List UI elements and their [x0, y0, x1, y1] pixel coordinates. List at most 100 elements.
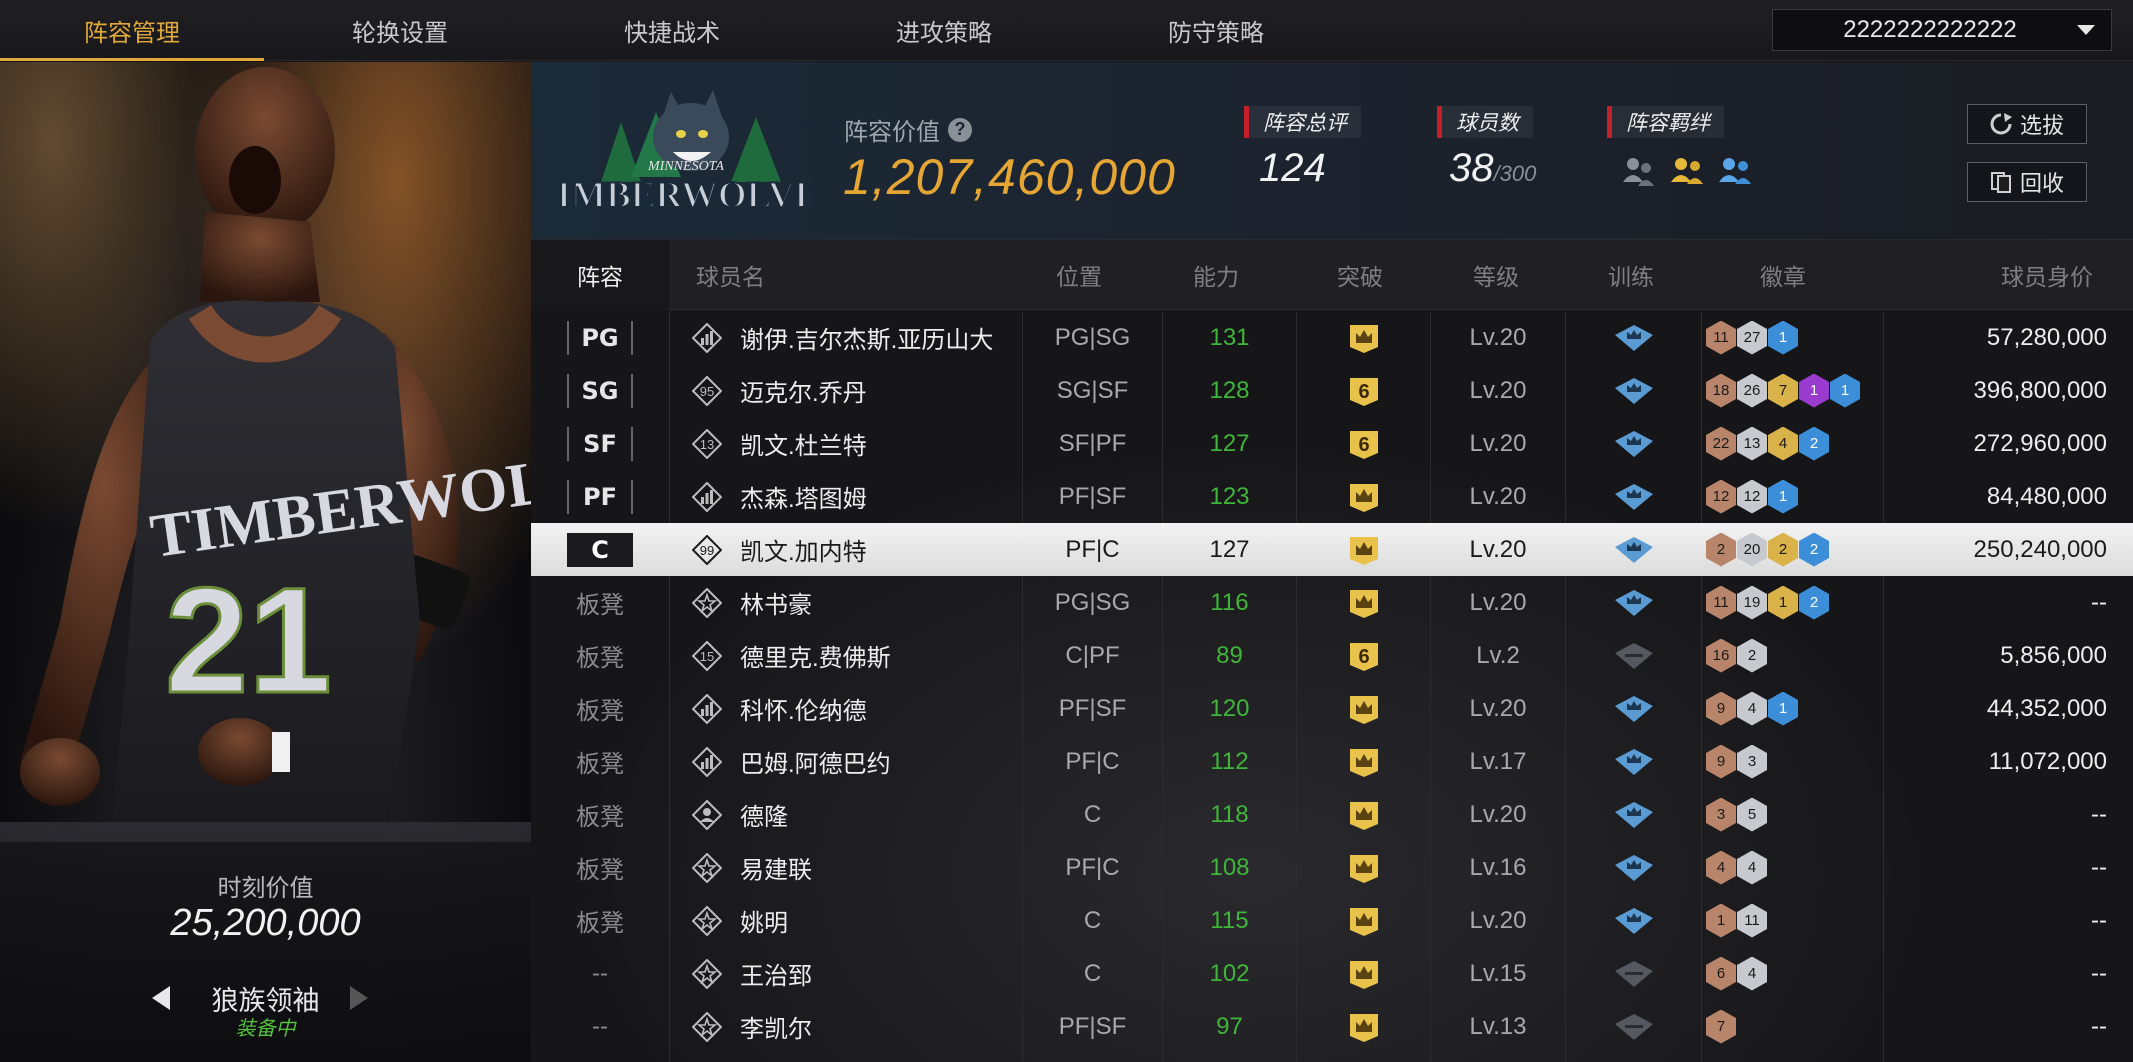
col-breakthrough[interactable]: 突破	[1295, 240, 1425, 310]
recycle-button[interactable]: 回收	[1967, 162, 2087, 202]
player-position: C	[1083, 800, 1102, 828]
player-value: 5,856,000	[2000, 641, 2107, 669]
training-complete-icon	[1614, 801, 1653, 828]
player-overall: 127	[1209, 429, 1250, 457]
player-name-cell[interactable]: 德隆	[670, 788, 1022, 841]
player-name: 林书豪	[740, 592, 812, 619]
bronze-badge-icon: 9	[1706, 744, 1736, 779]
silver-badge-icon: 5	[1737, 797, 1767, 832]
table-row[interactable]: -- 李凯尔 PF|SF 97 Lv.13 7 --	[531, 1000, 2133, 1053]
table-row[interactable]: 板凳 德隆 C 118 Lv.20 3 5 --	[531, 788, 2133, 841]
lineup-value-label-text: 阵容价值	[844, 119, 940, 146]
lineup-screen: 阵容管理 轮换设置 快捷战术 进攻策略 防守策略 2222222222222 T…	[0, 0, 2133, 1062]
training-complete-icon	[1614, 589, 1653, 616]
table-row[interactable]: 板凳 科怀.伦纳德 PF|SF 120 Lv.20 9 4 1 44,352,000	[531, 682, 2133, 735]
player-name-cell[interactable]: 99 凯文.加内特	[670, 523, 1022, 576]
player-name: 杰森.塔图姆	[740, 486, 867, 513]
badges-cell: 12 12 1	[1702, 470, 1883, 523]
player-level: Lv.20	[1469, 535, 1527, 563]
training-cell	[1566, 841, 1701, 894]
table-row[interactable]: 板凳 林书豪 PG|SG 116 Lv.20 11 19 1 2 --	[531, 576, 2133, 629]
player-name-cell[interactable]: 林书豪	[670, 576, 1022, 629]
next-card-arrow-icon[interactable]	[350, 986, 368, 1010]
equipped-status: 装备中	[235, 1018, 296, 1040]
breakthrough-cell	[1297, 947, 1430, 1000]
col-training[interactable]: 训练	[1565, 240, 1697, 310]
chevron-down-icon	[2077, 25, 2095, 35]
player-name-cell[interactable]: 13 凯文.杜兰特	[670, 417, 1022, 470]
table-row[interactable]: -- 王治郅 C 102 Lv.15 6 4 --	[531, 947, 2133, 1000]
select-button[interactable]: 选拔	[1967, 104, 2087, 144]
col-player-name[interactable]: 球员名	[696, 240, 846, 310]
col-badges[interactable]: 徽章	[1701, 240, 1865, 310]
player-level: Lv.20	[1469, 323, 1527, 351]
col-overall[interactable]: 能力	[1149, 240, 1283, 310]
bronze-badge-icon: 7	[1706, 1009, 1736, 1044]
silver-badge-icon: 3	[1737, 744, 1767, 779]
table-row[interactable]: SF 13 凯文.杜兰特 SF|PF 127 6 Lv.20 22 13 4 2 272,960,00…	[531, 417, 2133, 470]
gold-badge-icon: 7	[1768, 373, 1798, 408]
col-player-value[interactable]: 球员身价	[1871, 240, 2119, 310]
silver-badge-icon: 2	[1737, 638, 1767, 673]
breakthrough-cell: 6	[1297, 417, 1430, 470]
breakthrough-cell	[1297, 523, 1430, 576]
tab-quick-tactics[interactable]: 快捷战术	[540, 0, 804, 61]
player-name-cell[interactable]: 15 德里克.费佛斯	[670, 629, 1022, 682]
table-row[interactable]: 板凳 姚明 C 115 Lv.20 1 11 --	[531, 894, 2133, 947]
col-slot[interactable]: 阵容	[531, 240, 669, 310]
player-name-cell[interactable]: 巴姆.阿德巴约	[670, 735, 1022, 788]
refresh-icon	[1990, 113, 2012, 135]
training-cell	[1566, 523, 1701, 576]
table-row[interactable]: 板凳 巴姆.阿德巴约 PF|C 112 Lv.17 9 3 11,072,000	[531, 735, 2133, 788]
silver-badge-icon: 11	[1737, 903, 1767, 938]
table-row[interactable]: 板凳 15 德里克.费佛斯 C|PF 89 6 Lv.2 16 2 5,856,000	[531, 629, 2133, 682]
col-level[interactable]: 等级	[1430, 240, 1562, 310]
svg-text:95: 95	[700, 384, 714, 399]
tab-defense-strategy[interactable]: 防守策略	[1084, 0, 1348, 61]
tab-rotation-settings[interactable]: 轮换设置	[268, 0, 532, 61]
training-cell	[1566, 788, 1701, 841]
lineup-value-label: 阵容价值 ?	[844, 112, 972, 147]
table-row[interactable]: PF 杰森.塔图姆 PF|SF 123 Lv.20 12 12 1 84,480,000	[531, 470, 2133, 523]
badges-cell: 44	[1702, 841, 1883, 894]
player-count-value: 38	[1449, 146, 1494, 190]
player-level: Lv.2	[1476, 641, 1520, 669]
player-level: Lv.20	[1469, 800, 1527, 828]
player-name-cell[interactable]: 王治郅	[670, 947, 1022, 1000]
table-row[interactable]: C 99 凯文.加内特 PF|C 127 Lv.20 2 20 2 2 250,240,000	[531, 523, 2133, 576]
bond-group-gold-icon[interactable]	[1668, 154, 1708, 188]
slot-cell: --	[531, 1000, 669, 1053]
tab-lineup-management[interactable]: 阵容管理	[0, 0, 264, 61]
bond-group-blue-icon[interactable]	[1716, 154, 1756, 188]
player-name-cell[interactable]: 95 迈克尔.乔丹	[670, 364, 1022, 417]
player-name-cell[interactable]: 姚明	[670, 894, 1022, 947]
table-row[interactable]: 板凳 易建联 PF|C 108 Lv.16 4 4 --	[531, 841, 2133, 894]
crown-breakthrough-icon	[1349, 536, 1378, 565]
player-name-cell[interactable]: 科怀.伦纳德	[670, 682, 1022, 735]
slot-cell: SF	[531, 417, 669, 470]
bond-group-gray-icon[interactable]	[1620, 154, 1660, 188]
bench-label: --	[592, 959, 608, 987]
person-icon	[692, 799, 722, 830]
player-name-cell[interactable]: 杰森.塔图姆	[670, 470, 1022, 523]
player-overall: 97	[1216, 1012, 1243, 1040]
table-row[interactable]: SG 95 迈克尔.乔丹 SG|SF 128 6 Lv.20 18 26 7 1 1 396,800,0…	[531, 364, 2133, 417]
lineup-rating-label: 阵容总评	[1244, 106, 1361, 138]
position-slot-badge: PG	[567, 320, 633, 355]
player-name-cell[interactable]: 李凯尔	[670, 1000, 1022, 1053]
crown-breakthrough-icon	[1349, 589, 1378, 618]
roster-table-body: PG 谢伊.吉尔杰斯.亚历山大 PG|SG 131 Lv.20 11 27 1 57,280,0…	[531, 311, 2133, 1062]
table-row[interactable]: PG 谢伊.吉尔杰斯.亚历山大 PG|SG 131 Lv.20 11 27 1 57,280,0…	[531, 311, 2133, 364]
featured-player-card[interactable]: TIMBERWOLVES 21 时刻价值 25,200,000 狼族领袖 装备中	[0, 62, 531, 1062]
position-slot-badge: SG	[567, 373, 633, 408]
player-name-cell[interactable]: 谢伊.吉尔杰斯.亚历山大	[670, 311, 1022, 364]
player-overall: 128	[1209, 376, 1250, 404]
player-name-cell[interactable]: 易建联	[670, 841, 1022, 894]
badges-cell: 2 20 2 2	[1702, 523, 1883, 576]
tab-offense-strategy[interactable]: 进攻策略	[812, 0, 1076, 61]
col-position[interactable]: 位置	[1021, 240, 1137, 310]
lineup-bond-icons[interactable]	[1620, 154, 1756, 188]
training-cell	[1566, 311, 1701, 364]
lineup-select-dropdown[interactable]: 2222222222222	[1772, 9, 2112, 51]
help-icon[interactable]: ?	[948, 117, 972, 142]
